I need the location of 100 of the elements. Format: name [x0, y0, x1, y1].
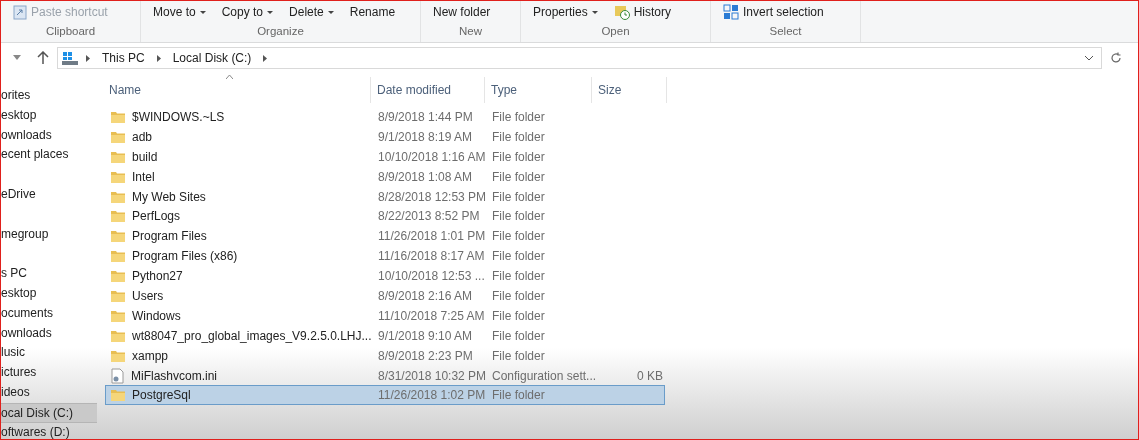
- file-row[interactable]: Windows 11/10/2018 7:25 AM File folder: [105, 305, 665, 326]
- file-type: File folder: [491, 268, 546, 286]
- date-modified: 8/28/2018 12:53 PM: [377, 188, 486, 206]
- sidebar-item[interactable]: lusic: [1, 343, 97, 364]
- folder-icon: [110, 268, 126, 285]
- breadcrumb-item[interactable]: This PC: [98, 49, 149, 67]
- chevron-icon: [156, 54, 161, 62]
- file-name: build: [132, 148, 158, 166]
- sidebar-item[interactable]: ecent places: [1, 145, 97, 166]
- file-row[interactable]: $WINDOWS.~LS 8/9/2018 1:44 PM File folder: [105, 107, 665, 127]
- file-name: adb: [132, 128, 153, 146]
- dropdown-chevron-icon: [1085, 55, 1093, 61]
- date-modified: 11/26/2018 1:01 PM: [377, 228, 486, 246]
- date-modified: 10/10/2018 12:53 ...: [377, 268, 486, 286]
- sidebar-item[interactable]: ownloads: [1, 125, 97, 146]
- sidebar-item[interactable]: ocuments: [1, 303, 97, 324]
- file-type: Configuration sett...: [491, 367, 593, 385]
- ribbon-button[interactable]: New folder: [429, 2, 495, 22]
- column-header[interactable]: Size: [592, 77, 667, 103]
- file-row[interactable]: Users 8/9/2018 2:16 AM File folder: [105, 286, 665, 306]
- address-bar[interactable]: This PC Local Disk (C:): [57, 47, 1102, 69]
- file-row[interactable]: adb 9/1/2018 8:19 AM File folder: [105, 126, 665, 147]
- recent-locations-icon[interactable]: [13, 55, 21, 61]
- file-name: xampp: [132, 347, 169, 365]
- file-name: wt88047_pro_global_images_V9.2.5.0.LHJ...: [132, 327, 372, 345]
- file-row[interactable]: MiFlashvcom.ini 8/31/2018 10:32 PM Configuration sett... 0 KB: [105, 365, 665, 386]
- chevron-icon: [263, 54, 268, 62]
- refresh-icon[interactable]: [1110, 52, 1122, 64]
- folder-icon: [110, 387, 126, 404]
- file-row[interactable]: Intel 8/9/2018 1:08 AM File folder: [105, 166, 665, 187]
- date-modified: 11/26/2018 1:02 PM: [377, 387, 486, 405]
- date-modified: 11/16/2018 8:17 AM: [377, 248, 486, 266]
- file-row[interactable]: xampp 8/9/2018 2:23 PM File folder: [105, 345, 665, 366]
- sidebar-item[interactable]: oftwares (D:): [1, 422, 97, 439]
- breadcrumb-item[interactable]: Local Disk (C:): [168, 49, 256, 67]
- ribbon-group-label: New: [458, 23, 483, 39]
- sidebar-item[interactable]: ideos: [1, 382, 97, 403]
- file-row[interactable]: My Web Sites 8/28/2018 12:53 PM File folder: [105, 186, 665, 207]
- file-row[interactable]: wt88047_pro_global_images_V9.2.5.0.LHJ... 9/1/2018 9:10 AM File folder: [105, 325, 665, 346]
- file-type: File folder: [491, 307, 546, 325]
- ribbon-button[interactable]: Rename: [345, 2, 400, 22]
- file-type: File folder: [491, 387, 546, 405]
- up-arrow-icon[interactable]: [37, 51, 49, 65]
- file-type: File folder: [491, 347, 546, 365]
- file-type: File folder: [491, 188, 546, 206]
- caret-icon: [327, 10, 334, 14]
- date-modified: 8/31/2018 10:32 PM: [377, 367, 486, 385]
- ribbon-button[interactable]: Invert selection: [719, 2, 828, 22]
- sidebar-item[interactable]: ocal Disk (C:): [1, 402, 97, 423]
- date-modified: 8/22/2013 8:52 PM: [377, 208, 481, 226]
- caret-icon: [267, 10, 274, 14]
- file-row[interactable]: Python27 10/10/2018 12:53 ... File folder: [105, 266, 665, 286]
- column-header[interactable]: Type: [485, 77, 592, 103]
- ribbon-group-label: Clipboard: [44, 23, 97, 39]
- file-type: File folder: [491, 287, 546, 305]
- date-modified: 10/10/2018 1:16 AM: [377, 148, 486, 166]
- ribbon-button[interactable]: Copy to: [217, 2, 278, 22]
- date-modified: 9/1/2018 8:19 AM: [377, 128, 474, 146]
- file-type: File folder: [491, 248, 546, 266]
- file-type: File folder: [491, 228, 546, 246]
- date-modified: 8/9/2018 1:44 PM: [377, 108, 474, 126]
- sidebar-item[interactable]: ownloads: [1, 323, 97, 344]
- file-row[interactable]: build 10/10/2018 1:16 AM File folder: [105, 146, 665, 167]
- file-name: $WINDOWS.~LS: [132, 108, 225, 126]
- file-row[interactable]: Program Files 11/26/2018 1:01 PM File folder: [105, 226, 665, 247]
- chevron-icon: [86, 54, 90, 62]
- sidebar-item[interactable]: eDrive: [1, 185, 97, 205]
- sidebar-item[interactable]: esktop: [1, 105, 97, 126]
- ribbon-button[interactable]: Move to: [149, 2, 210, 22]
- ribbon-group-label: Select: [768, 23, 803, 39]
- file-row[interactable]: Program Files (x86) 11/16/2018 8:17 AM File folder: [105, 246, 665, 267]
- file-row[interactable]: PostgreSql 11/26/2018 1:02 PM File folder: [105, 385, 665, 406]
- settings-file-icon: [110, 367, 125, 384]
- date-modified: 9/1/2018 9:10 AM: [377, 327, 474, 345]
- column-header[interactable]: Date modified: [371, 77, 485, 103]
- folder-icon: [110, 228, 126, 245]
- sidebar-item[interactable]: s PC: [1, 264, 97, 284]
- folder-icon: [110, 248, 126, 265]
- column-header[interactable]: Name: [109, 77, 371, 103]
- sidebar-item[interactable]: esktop: [1, 283, 97, 304]
- file-name: Intel: [132, 168, 155, 186]
- grid-squares-icon: [723, 4, 739, 20]
- caret-icon: [199, 10, 206, 14]
- file-name: Program Files (x86): [132, 248, 238, 266]
- sidebar-item[interactable]: orites: [1, 86, 97, 106]
- ribbon-button[interactable]: Properties: [529, 2, 602, 22]
- sidebar-item[interactable]: megroup: [1, 224, 97, 245]
- file-name: My Web Sites: [132, 188, 206, 206]
- folder-icon: [110, 208, 126, 225]
- ribbon-group-label: Organize: [256, 23, 305, 39]
- date-modified: 8/9/2018 1:08 AM: [377, 168, 474, 186]
- ribbon-button[interactable]: Delete: [285, 2, 338, 22]
- file-name: Windows: [132, 307, 181, 325]
- drive-icon: [62, 51, 78, 65]
- file-name: PerfLogs: [132, 208, 181, 226]
- file-type: File folder: [491, 168, 546, 186]
- file-type: File folder: [491, 128, 546, 146]
- sidebar-item[interactable]: ictures: [1, 363, 97, 383]
- ribbon-button[interactable]: History: [609, 2, 676, 22]
- file-row[interactable]: PerfLogs 8/22/2013 8:52 PM File folder: [105, 206, 665, 227]
